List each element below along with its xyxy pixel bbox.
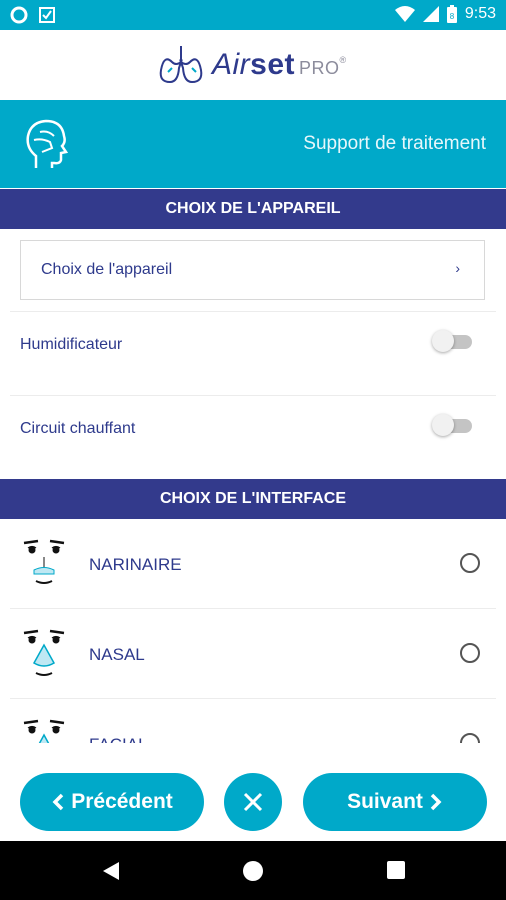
circle-notification-icon — [10, 6, 28, 24]
head-profile-icon — [26, 119, 69, 168]
facial-label: FACIAL — [89, 735, 148, 743]
list-item-facial[interactable]: FACIAL — [10, 699, 496, 743]
nasal-radio[interactable] — [460, 643, 480, 663]
interface-list[interactable]: NARINAIRE NASAL FACIAL — [10, 519, 496, 743]
home-icon[interactable] — [242, 860, 264, 882]
narinaire-radio[interactable] — [460, 553, 480, 573]
status-bar: 8 9:53 — [0, 0, 506, 30]
close-icon — [243, 792, 263, 812]
cell-signal-icon — [422, 6, 439, 22]
toggle-row-heated-circuit: Circuit chauffant — [10, 395, 496, 480]
airset-logo: Airset PRO® — [158, 44, 347, 86]
nasal-label: NASAL — [89, 645, 145, 664]
lungs-icon — [159, 46, 203, 84]
facial-radio[interactable] — [460, 733, 480, 743]
status-time: 9:53 — [464, 5, 496, 22]
recents-icon[interactable] — [386, 860, 406, 880]
check-notification-icon — [39, 7, 55, 23]
nasal-mask-face-icon — [23, 629, 65, 676]
system-nav-bar — [0, 841, 506, 900]
full-face-mask-icon — [23, 719, 65, 743]
battery-icon: 8 — [446, 5, 457, 23]
interface-section-header: CHOIX DE L'INTERFACE — [0, 479, 506, 519]
logo-pro: PRO — [299, 58, 340, 78]
next-button[interactable]: Suivant — [303, 773, 487, 831]
logo-bar: Airset PRO® — [0, 30, 506, 101]
nasal-pillows-face-icon — [23, 539, 65, 584]
logo-set: set — [250, 48, 296, 81]
logo-air: Air — [212, 48, 251, 81]
back-icon[interactable] — [100, 860, 122, 882]
device-select-button[interactable]: Choix de l'appareil › — [20, 240, 485, 300]
chevron-left-icon — [52, 793, 64, 811]
previous-button-label: Précédent — [71, 790, 173, 813]
device-select-label: Choix de l'appareil — [41, 261, 173, 278]
humidifier-switch[interactable] — [432, 330, 472, 352]
bottom-actions: Précédent Suivant — [0, 743, 506, 841]
close-button[interactable] — [224, 773, 282, 831]
heated-circuit-switch[interactable] — [432, 414, 472, 436]
heated-circuit-label: Circuit chauffant — [20, 420, 136, 437]
humidifier-label: Humidificateur — [20, 336, 123, 353]
previous-button[interactable]: Précédent — [20, 773, 204, 831]
device-section-header: CHOIX DE L'APPAREIL — [0, 189, 506, 229]
chevron-right-icon: › — [455, 260, 460, 276]
svg-text:8: 8 — [450, 12, 455, 21]
list-item-nasal[interactable]: NASAL — [10, 609, 496, 699]
chevron-right-icon — [430, 793, 442, 811]
page-header: Support de traitement — [0, 100, 506, 188]
toggle-row-humidifier: Humidificateur — [10, 311, 496, 396]
narinaire-label: NARINAIRE — [89, 555, 182, 574]
logo-registered: ® — [339, 55, 347, 65]
page-title: Support de traitement — [303, 133, 486, 154]
wifi-icon — [394, 6, 415, 22]
next-button-label: Suivant — [347, 790, 423, 813]
list-item-narinaire[interactable]: NARINAIRE — [10, 519, 496, 609]
